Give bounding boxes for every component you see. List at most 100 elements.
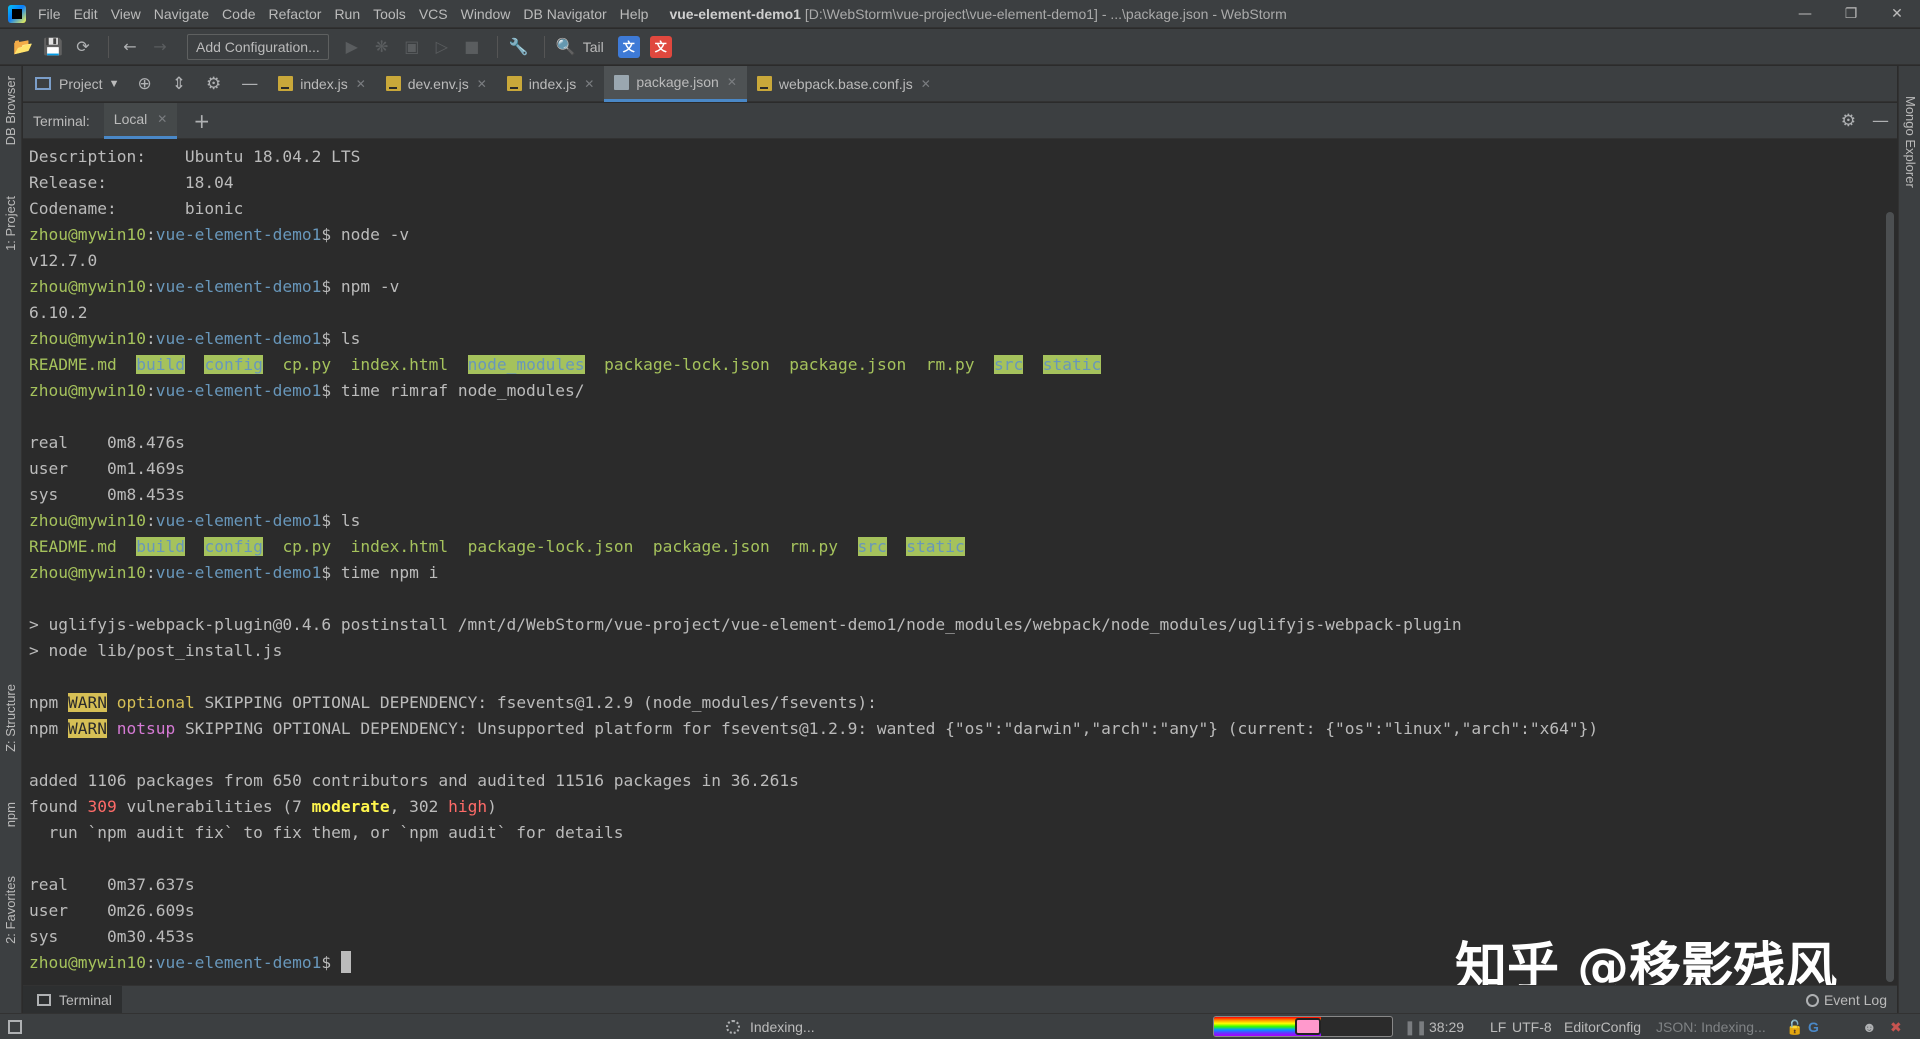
menu-window[interactable]: Window	[461, 4, 511, 24]
close-icon[interactable]: ✕	[157, 112, 167, 126]
close-icon[interactable]: ✕	[921, 77, 931, 91]
file-entry: cp.py	[282, 537, 332, 556]
file-entry: package-lock.json	[604, 355, 770, 374]
close-icon[interactable]: ✕	[477, 77, 487, 91]
google-icon[interactable]: G	[1808, 1019, 1819, 1035]
wrench-icon[interactable]: 🔧	[506, 34, 532, 60]
file-entry: package-lock.json	[467, 537, 634, 556]
prompt-dir: vue-element-demo1	[155, 563, 322, 582]
toolbar-separator	[108, 35, 109, 58]
prompt-user: zhou@mywin10	[29, 225, 146, 244]
json-schema-status[interactable]: JSON: Indexing...	[1656, 1014, 1766, 1039]
open-folder-icon[interactable]: 📂	[10, 34, 36, 60]
hide-panel-icon[interactable]: —	[1872, 111, 1889, 131]
lock-icon[interactable]: 🔓	[1786, 1019, 1803, 1036]
terminal-line: npm WARN notsup SKIPPING OPTIONAL DEPEND…	[29, 716, 1883, 742]
tab-index-js-2[interactable]: index.js ✕	[497, 66, 605, 102]
output-text: user 0m26.609s	[29, 901, 195, 920]
tail-button[interactable]: Tail	[583, 39, 604, 55]
menu-help[interactable]: Help	[620, 4, 649, 24]
tab-index-js[interactable]: index.js ✕	[268, 66, 376, 102]
prompt-suffix: $	[321, 277, 341, 296]
translate-alt-icon[interactable]: 文	[649, 35, 672, 58]
new-session-button[interactable]: +	[193, 109, 210, 133]
close-icon[interactable]: ✕	[356, 77, 366, 91]
restore-button[interactable]: ❐	[1828, 0, 1874, 28]
menu-navigate[interactable]: Navigate	[154, 4, 209, 24]
terminal-output[interactable]: Description: Ubuntu 18.04.2 LTS Release: …	[23, 140, 1883, 985]
menu-code[interactable]: Code	[222, 4, 255, 24]
menu-edit[interactable]: Edit	[74, 4, 98, 24]
menu-refactor[interactable]: Refactor	[269, 4, 322, 24]
terminal-line: 6.10.2	[29, 300, 1883, 326]
db-browser-tab[interactable]: DB Browser	[3, 76, 18, 145]
menu-vcs[interactable]: VCS	[419, 4, 448, 24]
dir-entry: build	[136, 537, 185, 556]
menu-tools[interactable]: Tools	[373, 4, 406, 24]
inspector-icon[interactable]: ☻	[1862, 1019, 1877, 1035]
translate-icon[interactable]: 文	[617, 35, 640, 58]
tab-webpack-base-conf-js[interactable]: webpack.base.conf.js ✕	[747, 66, 941, 102]
mongo-explorer-tab[interactable]: Mongo Explorer	[1903, 96, 1918, 188]
sync-icon[interactable]: ⟳	[70, 34, 96, 60]
forward-arrow-icon[interactable]: →	[147, 34, 173, 60]
npm-tool-tab[interactable]: npm	[3, 802, 18, 827]
editorconfig-status[interactable]: EditorConfig	[1564, 1014, 1641, 1039]
tab-package-json[interactable]: package.json ✕	[604, 65, 747, 102]
run-target-icon[interactable]: ▷	[429, 34, 455, 60]
warn-text: SKIPPING OPTIONAL DEPENDENCY: fsevents@1…	[204, 693, 877, 712]
project-view-toggle[interactable]: Project ▼	[23, 76, 127, 92]
close-icon[interactable]: ✕	[584, 77, 594, 91]
event-log-label: Event Log	[1823, 992, 1887, 1008]
menu-db-navigator[interactable]: DB Navigator	[523, 4, 606, 24]
collapse-icon[interactable]: ⇕	[172, 74, 186, 94]
terminal-scrollbar[interactable]	[1883, 140, 1897, 985]
close-window-button[interactable]: ✕	[1874, 0, 1920, 28]
search-icon[interactable]: 🔍	[553, 34, 579, 60]
tab-label: webpack.base.conf.js	[778, 75, 913, 92]
notifications-icon[interactable]: ✖	[1890, 1019, 1902, 1036]
scrollbar-thumb[interactable]	[1886, 212, 1894, 982]
terminal-line: zhou@mywin10:vue-element-demo1$ time npm…	[29, 560, 1883, 586]
locate-icon[interactable]: ⊕	[137, 74, 151, 94]
gear-icon[interactable]: ⚙	[1841, 111, 1856, 131]
line-separator[interactable]: LF	[1490, 1014, 1506, 1039]
prompt-separator: :	[145, 329, 156, 348]
debug-icon[interactable]: ❋	[369, 34, 395, 60]
favorites-tool-tab[interactable]: 2: Favorites	[3, 876, 18, 944]
terminal-line: > uglifyjs-webpack-plugin@0.4.6 postinst…	[29, 612, 1883, 638]
close-icon[interactable]: ✕	[727, 75, 737, 89]
toolbar-separator	[543, 35, 545, 58]
warn-text: SKIPPING OPTIONAL DEPENDENCY: Unsupporte…	[184, 719, 1599, 738]
hide-icon[interactable]: —	[241, 74, 258, 94]
save-all-icon[interactable]: 💾	[40, 34, 66, 60]
output-text: 6.10.2	[29, 303, 88, 322]
gear-icon[interactable]: ⚙	[206, 74, 221, 94]
prompt-separator: :	[145, 225, 156, 244]
terminal-session-tab[interactable]: Local ✕	[103, 102, 178, 139]
back-arrow-icon[interactable]: ←	[117, 34, 143, 60]
coverage-icon[interactable]: ▣	[399, 34, 425, 60]
terminal-tool-button[interactable]: Terminal	[23, 985, 122, 1014]
toggle-tool-windows-icon[interactable]	[8, 1020, 22, 1034]
prompt-suffix: $	[321, 953, 341, 972]
indexing-status[interactable]: Indexing...	[726, 1014, 815, 1039]
tab-dev-env-js[interactable]: dev.env.js ✕	[376, 66, 497, 102]
add-configuration-button[interactable]: Add Configuration...	[187, 33, 329, 60]
menu-file[interactable]: File	[38, 4, 61, 24]
caret-position[interactable]: 38:29	[1429, 1014, 1464, 1039]
project-tool-tab[interactable]: 1: Project	[3, 196, 18, 251]
event-log-button[interactable]: Event Log	[1805, 986, 1887, 1014]
structure-tool-tab[interactable]: Z: Structure	[3, 684, 18, 752]
menu-view[interactable]: View	[111, 4, 141, 24]
minimize-button[interactable]: —	[1782, 0, 1828, 28]
indexing-progress-bar[interactable]	[1213, 1016, 1393, 1037]
file-encoding[interactable]: UTF-8	[1512, 1014, 1552, 1039]
pause-icon[interactable]: ❚❚	[1404, 1014, 1427, 1039]
file-entry: README.md	[29, 537, 117, 556]
menu-run[interactable]: Run	[334, 4, 360, 24]
run-icon[interactable]: ▶	[339, 34, 365, 60]
stop-icon[interactable]: ■	[459, 34, 485, 60]
terminal-line: v12.7.0	[29, 248, 1883, 274]
